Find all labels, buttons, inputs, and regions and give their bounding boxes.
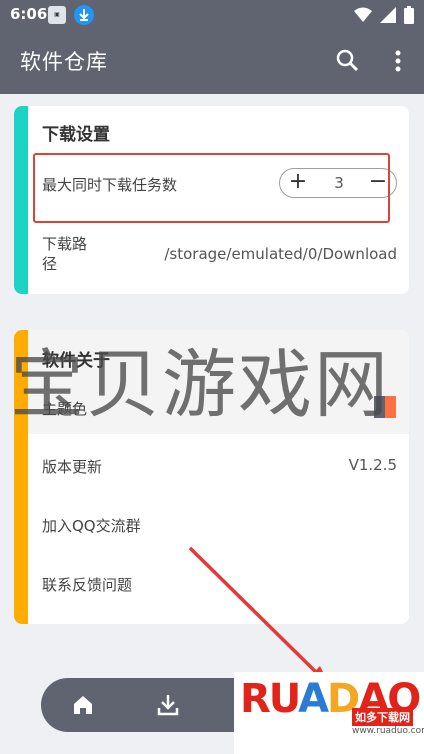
home-icon[interactable]: [71, 693, 95, 717]
version-value: V1.2.5: [348, 456, 397, 474]
join-qq-group-label[interactable]: 加入QQ交流群: [42, 515, 141, 536]
app-bar: 软件仓库: [0, 30, 424, 94]
notification-download-icon: [74, 5, 94, 25]
download-path-label-line1: 下载路: [42, 235, 88, 253]
battery-icon: [404, 6, 414, 24]
search-icon[interactable]: [335, 48, 361, 74]
watermark-text: 宝贝游戏网: [10, 342, 390, 428]
logo-url: www.ruaduo.com: [352, 726, 424, 736]
download-icon[interactable]: [156, 692, 180, 718]
signal-icon: [380, 7, 396, 23]
notification-app-icon: ▣: [48, 6, 66, 24]
more-vert-icon[interactable]: [388, 48, 408, 74]
download-path-value[interactable]: /storage/emulated/0/Download: [164, 245, 397, 263]
download-settings-title: 下载设置: [42, 125, 110, 145]
card-accent-bar: [14, 106, 28, 294]
site-logo: RUADAO 如多下载网 www.ruaduo.com: [234, 672, 424, 754]
page-title: 软件仓库: [20, 50, 108, 74]
download-path-label-line2: 径: [42, 255, 58, 273]
logo-subtitle: 如多下载网: [352, 708, 413, 726]
status-bar: 6:06 ▣: [0, 0, 424, 30]
highlight-annotation-box: [33, 153, 390, 223]
feedback-label[interactable]: 联系反馈问题: [42, 574, 132, 595]
wifi-icon: [354, 7, 372, 22]
version-update-label[interactable]: 版本更新: [42, 456, 102, 477]
status-icons: [354, 6, 414, 24]
status-time: 6:06: [10, 5, 48, 23]
download-path-label: 下载路 径: [42, 234, 87, 274]
